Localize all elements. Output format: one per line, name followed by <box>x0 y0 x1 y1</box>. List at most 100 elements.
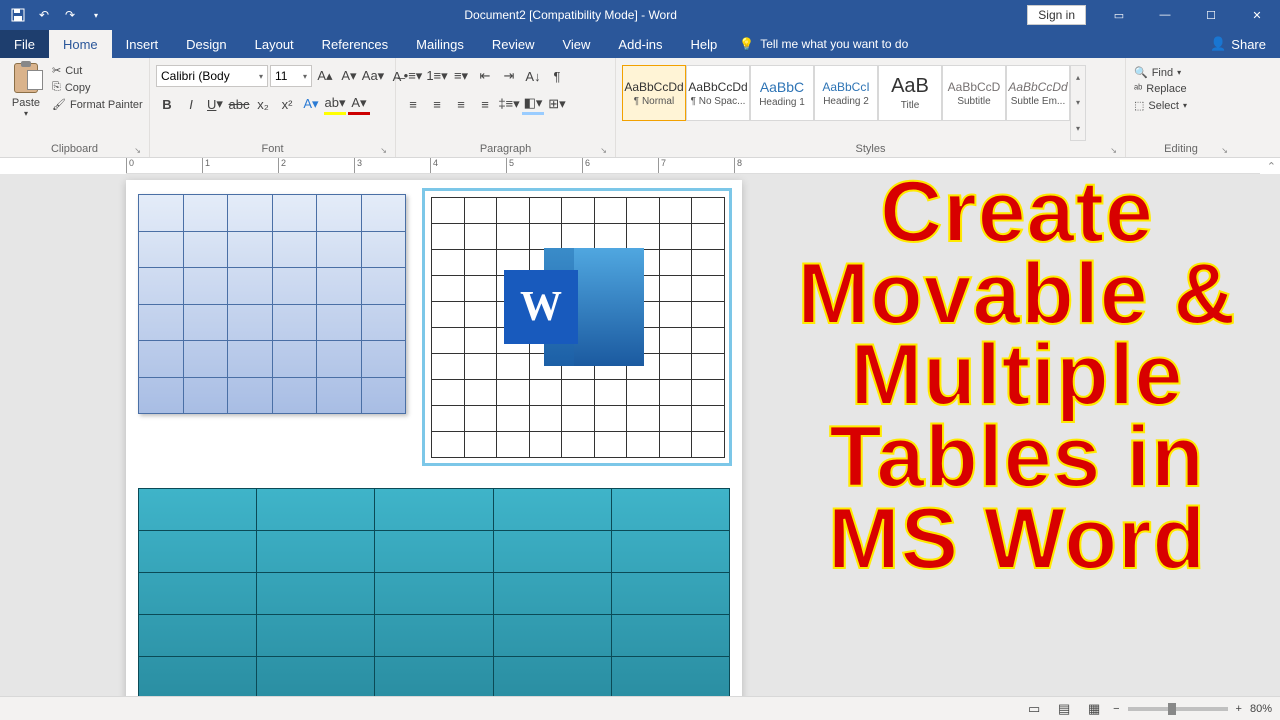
copy-button[interactable]: ⎘Copy <box>50 80 145 95</box>
qat-dropdown-icon[interactable]: ▾ <box>86 5 106 25</box>
tab-layout[interactable]: Layout <box>241 30 308 58</box>
bullets-icon[interactable]: •≡▾ <box>402 65 424 87</box>
superscript-icon[interactable]: x² <box>276 93 298 115</box>
subscript-icon[interactable]: x₂ <box>252 93 274 115</box>
ribbon-tabs: File Home Insert Design Layout Reference… <box>0 30 1280 58</box>
select-icon: ⬚ <box>1134 99 1144 112</box>
paragraph-group-label: Paragraph <box>402 141 609 157</box>
font-color-icon[interactable]: A▾ <box>348 93 370 115</box>
group-paragraph: •≡▾ 1≡▾ ≡▾ ⇤ ⇥ A↓ ¶ ≡ ≡ ≡ ≡ ‡≡▾ ◧▾ ⊞▾ Pa… <box>396 58 616 157</box>
increase-indent-icon[interactable]: ⇥ <box>498 65 520 87</box>
find-button[interactable]: 🔍Find▾ <box>1132 65 1183 80</box>
show-marks-icon[interactable]: ¶ <box>546 65 568 87</box>
change-case-icon[interactable]: Aa▾ <box>362 65 384 87</box>
zoom-in-icon[interactable]: + <box>1236 703 1242 715</box>
group-clipboard: Paste ▾ ✂Cut ⎘Copy 🖌Format Painter Clipb… <box>0 58 150 157</box>
view-read-icon[interactable]: ▭ <box>1023 698 1045 720</box>
share-button[interactable]: 👤 Share <box>1196 30 1280 58</box>
table-blue-gradient[interactable] <box>138 194 406 414</box>
copy-icon: ⎘ <box>52 81 61 94</box>
highlight-icon[interactable]: ab▾ <box>324 93 346 115</box>
tell-me-search[interactable]: 💡 Tell me what you want to do <box>739 30 908 58</box>
overlay-line3: Multiple <box>762 335 1272 417</box>
shading-icon[interactable]: ◧▾ <box>522 93 544 115</box>
group-editing: 🔍Find▾ ᵃᵇReplace ⬚Select▾ Editing <box>1126 58 1236 157</box>
undo-icon[interactable]: ↶ <box>34 5 54 25</box>
tab-mailings[interactable]: Mailings <box>402 30 478 58</box>
multilevel-icon[interactable]: ≡▾ <box>450 65 472 87</box>
font-name-combo[interactable]: Calibri (Body▾ <box>156 65 268 87</box>
style-no-spacing[interactable]: AaBbCcDd¶ No Spac... <box>686 65 750 121</box>
shrink-font-icon[interactable]: A▾ <box>338 65 360 87</box>
editing-group-label: Editing <box>1132 141 1230 157</box>
maximize-icon[interactable]: ☐ <box>1188 0 1234 30</box>
save-icon[interactable] <box>8 5 28 25</box>
font-size-combo[interactable]: 11▾ <box>270 65 312 87</box>
window-title: Document2 [Compatibility Mode] - Word <box>114 8 1027 22</box>
font-group-label: Font <box>156 141 389 157</box>
replace-icon: ᵃᵇ <box>1134 83 1142 95</box>
group-styles: AaBbCcDd¶ Normal AaBbCcDd¶ No Spac... Aa… <box>616 58 1126 157</box>
style-heading2[interactable]: AaBbCcIHeading 2 <box>814 65 878 121</box>
redo-icon[interactable]: ↷ <box>60 5 80 25</box>
clipboard-group-label: Clipboard <box>6 141 143 157</box>
close-icon[interactable]: ✕ <box>1234 0 1280 30</box>
styles-expand[interactable]: ▴▾▾ <box>1070 65 1086 141</box>
window-controls: Sign in ▭ — ☐ ✕ <box>1027 0 1280 30</box>
tab-addins[interactable]: Add-ins <box>604 30 676 58</box>
brush-icon: 🖌 <box>52 98 66 111</box>
scissors-icon: ✂ <box>52 64 61 77</box>
tab-home[interactable]: Home <box>49 30 112 58</box>
paste-icon <box>10 63 42 95</box>
sort-icon[interactable]: A↓ <box>522 65 544 87</box>
strike-icon[interactable]: abc <box>228 93 250 115</box>
align-center-icon[interactable]: ≡ <box>426 93 448 115</box>
grow-font-icon[interactable]: A▴ <box>314 65 336 87</box>
tab-insert[interactable]: Insert <box>112 30 173 58</box>
decrease-indent-icon[interactable]: ⇤ <box>474 65 496 87</box>
ribbon: Paste ▾ ✂Cut ⎘Copy 🖌Format Painter Clipb… <box>0 58 1280 158</box>
group-font: Calibri (Body▾ 11▾ A▴ A▾ Aa▾ A̶ B I U▾ a… <box>150 58 396 157</box>
style-normal[interactable]: AaBbCcDd¶ Normal <box>622 65 686 121</box>
borders-icon[interactable]: ⊞▾ <box>546 93 568 115</box>
style-heading1[interactable]: AaBbCHeading 1 <box>750 65 814 121</box>
overlay-line5: MS Word <box>762 499 1272 581</box>
text-effects-icon[interactable]: A▾ <box>300 93 322 115</box>
style-title[interactable]: AaBTitle <box>878 65 942 121</box>
align-left-icon[interactable]: ≡ <box>402 93 424 115</box>
paste-button[interactable]: Paste ▾ <box>6 61 46 120</box>
table-teal[interactable] <box>138 488 730 696</box>
numbering-icon[interactable]: 1≡▾ <box>426 65 448 87</box>
zoom-out-icon[interactable]: − <box>1113 703 1119 715</box>
overlay-line2: Movable & <box>762 254 1272 336</box>
format-painter-button[interactable]: 🖌Format Painter <box>50 97 145 112</box>
select-button[interactable]: ⬚Select▾ <box>1132 98 1189 113</box>
paste-label: Paste <box>12 97 40 109</box>
view-print-icon[interactable]: ▤ <box>1053 698 1075 720</box>
style-subtitle[interactable]: AaBbCcDSubtitle <box>942 65 1006 121</box>
sign-in-button[interactable]: Sign in <box>1027 5 1086 25</box>
find-icon: 🔍 <box>1134 66 1148 79</box>
tab-design[interactable]: Design <box>172 30 240 58</box>
zoom-level[interactable]: 80% <box>1250 703 1272 715</box>
underline-icon[interactable]: U▾ <box>204 93 226 115</box>
tab-help[interactable]: Help <box>677 30 732 58</box>
tell-me-label: Tell me what you want to do <box>760 37 908 51</box>
style-subtle-em[interactable]: AaBbCcDdSubtle Em... <box>1006 65 1070 121</box>
tab-review[interactable]: Review <box>478 30 549 58</box>
tab-references[interactable]: References <box>308 30 402 58</box>
zoom-slider[interactable] <box>1128 707 1228 711</box>
minimize-icon[interactable]: — <box>1142 0 1188 30</box>
tab-view[interactable]: View <box>548 30 604 58</box>
tab-file[interactable]: File <box>0 30 49 58</box>
align-right-icon[interactable]: ≡ <box>450 93 472 115</box>
ribbon-options-icon[interactable]: ▭ <box>1096 0 1142 30</box>
view-web-icon[interactable]: ▦ <box>1083 698 1105 720</box>
replace-button[interactable]: ᵃᵇReplace <box>1132 82 1189 96</box>
line-spacing-icon[interactable]: ‡≡▾ <box>498 93 520 115</box>
italic-icon[interactable]: I <box>180 93 202 115</box>
bold-icon[interactable]: B <box>156 93 178 115</box>
cut-button[interactable]: ✂Cut <box>50 63 145 78</box>
justify-icon[interactable]: ≡ <box>474 93 496 115</box>
page[interactable]: W <box>126 180 742 696</box>
